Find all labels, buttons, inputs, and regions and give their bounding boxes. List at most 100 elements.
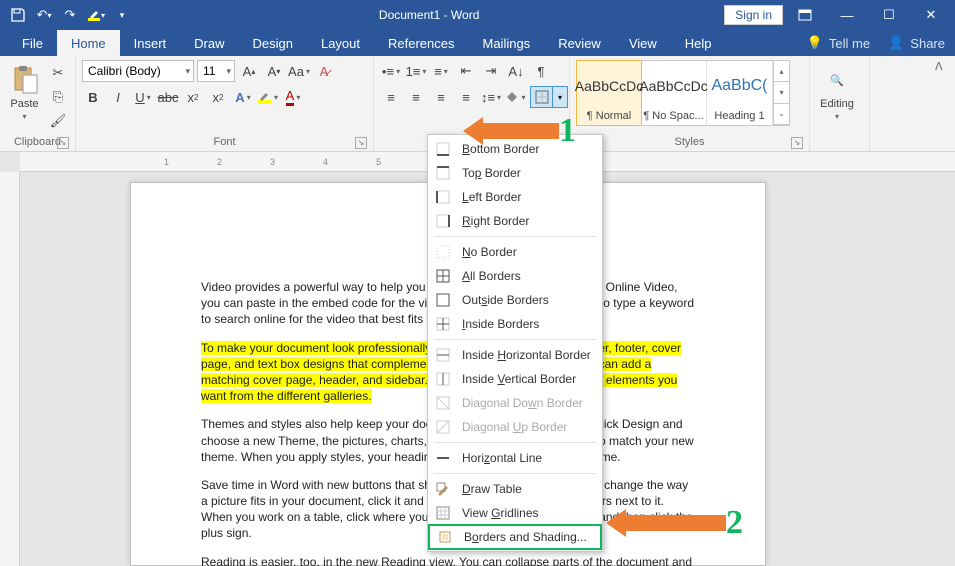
annotation-arrow-2: 2: [606, 504, 743, 542]
ribbon-tabs: File Home Insert Draw Design Layout Refe…: [0, 30, 955, 56]
tell-me-box[interactable]: 💡 Tell me: [807, 35, 870, 51]
menu-item-label: Diagonal Up Border: [462, 420, 567, 434]
menu-item-none[interactable]: No Border: [428, 240, 602, 264]
style-normal[interactable]: AaBbCcDc ¶ Normal: [576, 60, 642, 126]
grow-font-button[interactable]: A▴: [238, 60, 260, 82]
group-font: Calibri (Body)▾ 11▾ A▴ A▾ Aa▾ A̷ B I U▾ …: [76, 56, 374, 151]
superscript-button[interactable]: x2: [207, 86, 229, 108]
styles-gallery[interactable]: AaBbCcDc ¶ Normal AaBbCcDc ¶ No Spac... …: [576, 60, 790, 126]
tab-help[interactable]: Help: [671, 30, 726, 56]
paragraph-5[interactable]: Reading is easier, too, in the new Readi…: [201, 554, 695, 566]
line-spacing-button[interactable]: ↕≡▾: [480, 86, 502, 108]
bold-button[interactable]: B: [82, 86, 104, 108]
menu-item-outside[interactable]: Outside Borders: [428, 288, 602, 312]
clipboard-dialog-launcher[interactable]: ↘: [57, 137, 69, 149]
menu-item-gridlines[interactable]: View Gridlines: [428, 501, 602, 525]
share-button[interactable]: 👤 Share: [888, 35, 945, 51]
text-effects-button[interactable]: A▾: [232, 86, 254, 108]
borders-icon: [531, 86, 553, 108]
editing-button[interactable]: 🔍 Editing ▾: [816, 60, 858, 121]
tab-file[interactable]: File: [8, 30, 57, 56]
paste-icon: [9, 64, 41, 96]
show-marks-button[interactable]: ¶: [530, 60, 552, 82]
font-color-button[interactable]: A▾: [282, 86, 304, 108]
change-case-button[interactable]: Aa▾: [288, 60, 310, 82]
ddown-border-icon: [434, 394, 452, 412]
tab-insert[interactable]: Insert: [120, 30, 181, 56]
quick-access-toolbar: ↶▾ ↷ ▾ ▾: [0, 3, 134, 27]
styles-scroll[interactable]: ▴▾⌄: [773, 61, 789, 125]
copy-button[interactable]: ⎘: [47, 86, 69, 108]
menu-item-all[interactable]: All Borders: [428, 264, 602, 288]
shrink-font-button[interactable]: A▾: [263, 60, 285, 82]
underline-button[interactable]: U▾: [132, 86, 154, 108]
menu-item-inside[interactable]: Inside Borders: [428, 312, 602, 336]
tab-references[interactable]: References: [374, 30, 468, 56]
cut-button[interactable]: ✂: [47, 62, 69, 84]
menu-item-top[interactable]: Top Border: [428, 161, 602, 185]
titlebar: ↶▾ ↷ ▾ ▾ Document1 - Word Sign in ― ☐ ✕: [0, 0, 955, 30]
numbering-button[interactable]: 1≡▾: [405, 60, 427, 82]
clear-formatting-button[interactable]: A̷: [313, 60, 335, 82]
paste-button[interactable]: Paste ▾: [6, 60, 43, 121]
borders-split-button[interactable]: ▾: [530, 86, 568, 108]
style-heading1[interactable]: AaBbC( Heading 1: [707, 61, 773, 125]
tab-draw[interactable]: Draw: [180, 30, 238, 56]
menu-item-label: Top Border: [462, 166, 521, 180]
styles-dialog-launcher[interactable]: ↘: [791, 137, 803, 149]
font-name-value: Calibri (Body): [88, 64, 161, 78]
menu-item-ihoriz[interactable]: Inside Horizontal Border: [428, 343, 602, 367]
menu-item-ivert[interactable]: Inside Vertical Border: [428, 367, 602, 391]
paste-label: Paste: [10, 98, 38, 110]
tab-view[interactable]: View: [615, 30, 671, 56]
ihoriz-border-icon: [434, 346, 452, 364]
menu-item-hline[interactable]: Horizontal Line: [428, 446, 602, 470]
group-editing: 🔍 Editing ▾: [810, 56, 870, 151]
menu-item-drawtable[interactable]: Draw Table: [428, 477, 602, 501]
strikethrough-button[interactable]: abc: [157, 86, 179, 108]
highlight-button[interactable]: ▾: [257, 86, 279, 108]
sort-button[interactable]: A↓: [505, 60, 527, 82]
menu-item-bs[interactable]: Borders and Shading...: [428, 524, 602, 550]
menu-item-left[interactable]: Left Border: [428, 185, 602, 209]
ribbon-display-button[interactable]: [785, 0, 825, 30]
align-left-button[interactable]: ≡: [380, 86, 402, 108]
close-window-button[interactable]: ✕: [911, 0, 951, 30]
vertical-ruler[interactable]: [0, 172, 20, 566]
font-name-combo[interactable]: Calibri (Body)▾: [82, 60, 194, 82]
save-button[interactable]: [6, 3, 30, 27]
decrease-indent-button[interactable]: ⇤: [455, 60, 477, 82]
tab-mailings[interactable]: Mailings: [469, 30, 545, 56]
italic-button[interactable]: I: [107, 86, 129, 108]
subscript-button[interactable]: x2: [182, 86, 204, 108]
highlight-qat-button[interactable]: ▾: [84, 3, 108, 27]
minimize-button[interactable]: ―: [827, 0, 867, 30]
bullets-button[interactable]: •≡▾: [380, 60, 402, 82]
qat-customize-button[interactable]: ▾: [110, 3, 134, 27]
align-center-button[interactable]: ≡: [405, 86, 427, 108]
menu-item-right[interactable]: Right Border: [428, 209, 602, 233]
tab-home[interactable]: Home: [57, 30, 120, 56]
sign-in-button[interactable]: Sign in: [724, 5, 783, 25]
tab-review[interactable]: Review: [544, 30, 615, 56]
collapse-ribbon-button[interactable]: ᐱ: [935, 60, 951, 76]
align-right-button[interactable]: ≡: [430, 86, 452, 108]
style-no-spacing[interactable]: AaBbCcDc ¶ No Spac...: [641, 61, 707, 125]
editing-label: Editing: [820, 98, 854, 110]
borders-dropdown-arrow[interactable]: ▾: [553, 93, 567, 102]
redo-button[interactable]: ↷: [58, 3, 82, 27]
inside-border-icon: [434, 315, 452, 333]
multilevel-list-button[interactable]: ≡▾: [430, 60, 452, 82]
tab-layout[interactable]: Layout: [307, 30, 374, 56]
left-border-icon: [434, 188, 452, 206]
tab-design[interactable]: Design: [239, 30, 307, 56]
font-size-combo[interactable]: 11▾: [197, 60, 235, 82]
justify-button[interactable]: ≡: [455, 86, 477, 108]
undo-button[interactable]: ↶▾: [32, 3, 56, 27]
font-dialog-launcher[interactable]: ↘: [355, 137, 367, 149]
format-painter-button[interactable]: 🖌: [47, 110, 69, 132]
shading-button[interactable]: ▾: [505, 86, 527, 108]
maximize-button[interactable]: ☐: [869, 0, 909, 30]
increase-indent-button[interactable]: ⇥: [480, 60, 502, 82]
group-label-clipboard: Clipboard↘: [6, 134, 69, 151]
